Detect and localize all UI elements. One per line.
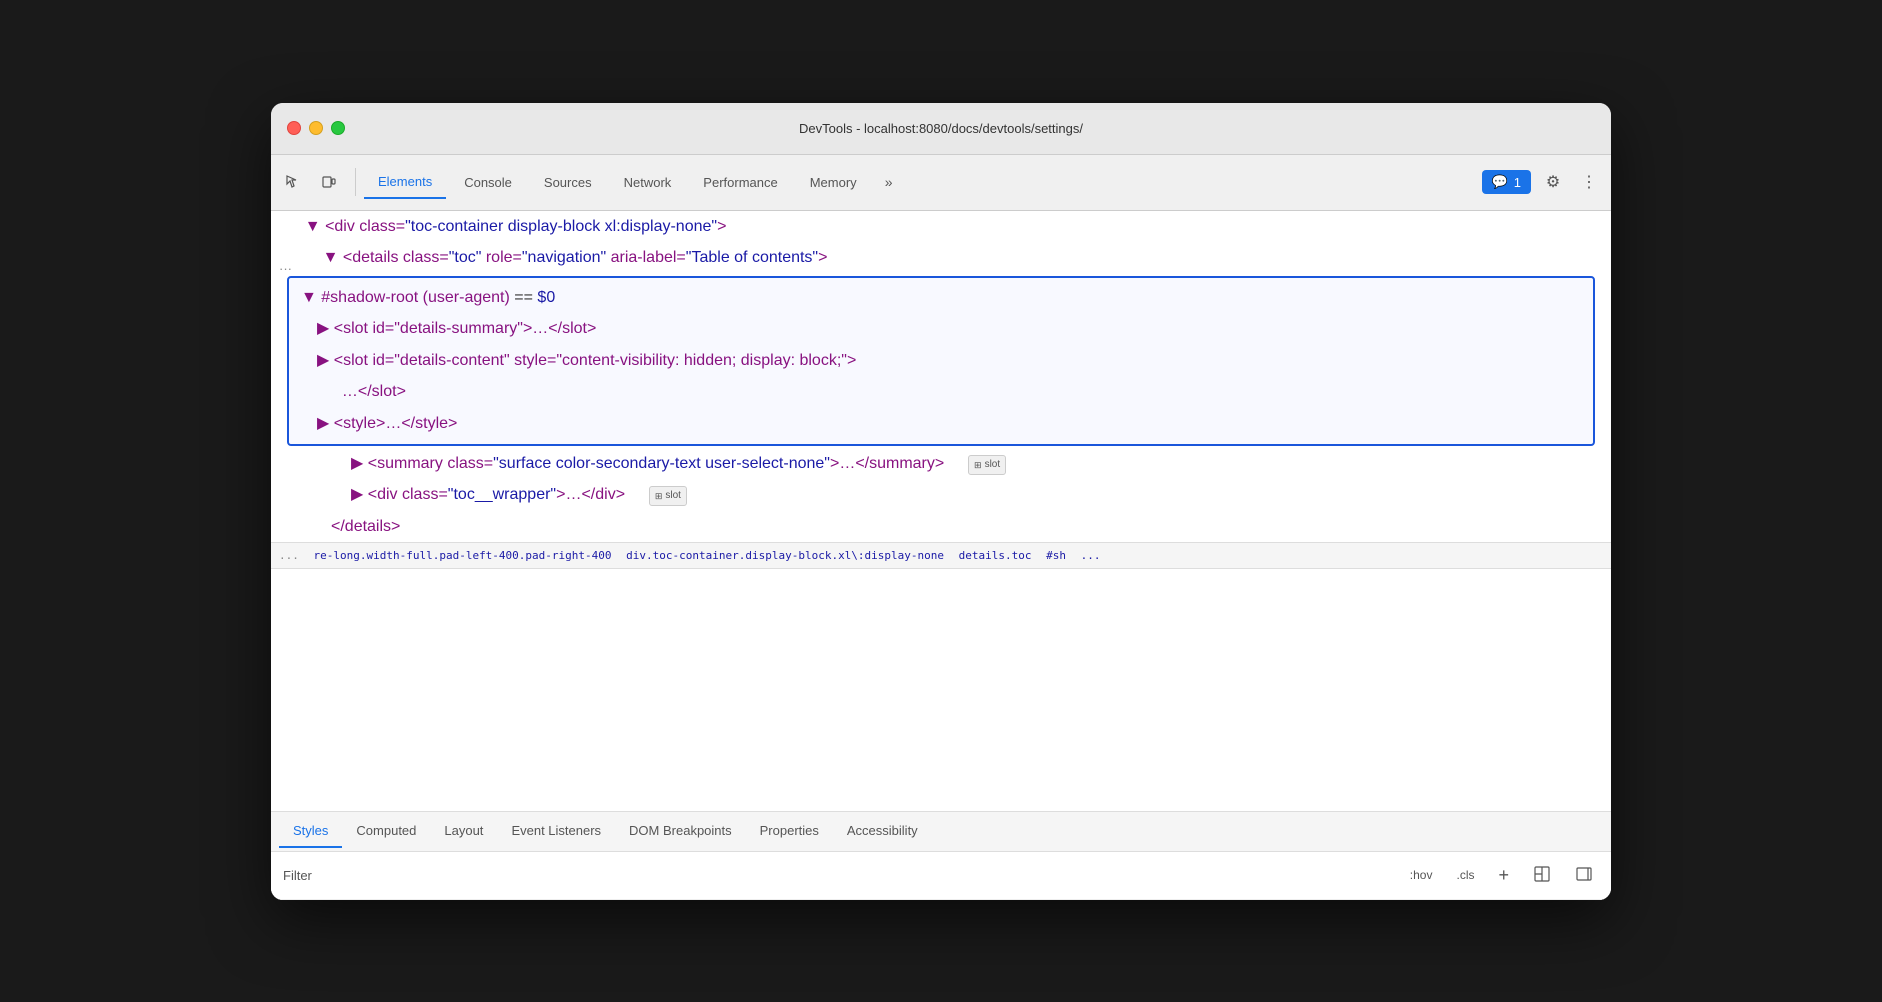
breadcrumb-ellipsis[interactable]: ... bbox=[279, 549, 299, 562]
tab-styles[interactable]: Styles bbox=[279, 815, 342, 848]
dom-line-summary[interactable]: ▶ <summary class="surface color-secondar… bbox=[271, 448, 1611, 480]
tab-event-listeners[interactable]: Event Listeners bbox=[497, 815, 615, 848]
close-button[interactable] bbox=[287, 121, 301, 135]
toolbar-icons bbox=[279, 168, 356, 196]
tab-performance[interactable]: Performance bbox=[689, 167, 791, 198]
cursor-icon-2: ⊞ bbox=[655, 489, 663, 503]
maximize-button[interactable] bbox=[331, 121, 345, 135]
breadcrumb-sep-4 bbox=[1070, 549, 1077, 562]
hov-button[interactable]: :hov bbox=[1404, 864, 1439, 886]
layout-icon[interactable] bbox=[1527, 861, 1557, 890]
slot-badge-2: ⊞ slot bbox=[649, 486, 687, 506]
bottom-panel: Styles Computed Layout Event Listeners D… bbox=[271, 811, 1611, 900]
dom-tree: ▼ <div class="toc-container display-bloc… bbox=[271, 211, 1611, 543]
chat-icon: 💬 bbox=[1492, 174, 1508, 190]
breadcrumb-item-1[interactable]: div.toc-container.display-block.xl\:disp… bbox=[626, 549, 944, 562]
tab-console[interactable]: Console bbox=[450, 167, 526, 198]
devtools-window: DevTools - localhost:8080/docs/devtools/… bbox=[271, 103, 1611, 900]
breadcrumb-item-2[interactable]: details.toc bbox=[959, 549, 1032, 562]
shadow-root-container: ▼ #shadow-root (user-agent) == $0 ▶ <slo… bbox=[287, 276, 1595, 446]
dom-line-end-details: </details> bbox=[271, 511, 1611, 543]
filter-actions: :hov .cls + bbox=[1404, 861, 1599, 890]
tab-computed[interactable]: Computed bbox=[342, 815, 430, 848]
breadcrumb-sep-0 bbox=[303, 549, 310, 562]
cursor-icon: ⊞ bbox=[974, 458, 982, 472]
device-toolbar-icon[interactable] bbox=[315, 168, 343, 196]
slot-badge-1: ⊞ slot bbox=[968, 455, 1006, 475]
tab-properties[interactable]: Properties bbox=[746, 815, 833, 848]
sidebar-icon[interactable] bbox=[1569, 861, 1599, 890]
tab-layout[interactable]: Layout bbox=[430, 815, 497, 848]
window-title: DevTools - localhost:8080/docs/devtools/… bbox=[799, 121, 1083, 136]
select-element-icon[interactable] bbox=[279, 168, 307, 196]
dom-line-1[interactable]: ▼ <div class="toc-container display-bloc… bbox=[271, 211, 1611, 243]
breadcrumb-bar: ... re-long.width-full.pad-left-400.pad-… bbox=[271, 542, 1611, 569]
breadcrumb-item-3[interactable]: #sh bbox=[1046, 549, 1066, 562]
shadow-root-header[interactable]: ▼ #shadow-root (user-agent) == $0 bbox=[289, 282, 1593, 314]
chat-badge[interactable]: 💬 1 bbox=[1482, 170, 1531, 194]
filter-label: Filter bbox=[283, 868, 312, 883]
tab-memory[interactable]: Memory bbox=[796, 167, 871, 198]
cls-button[interactable]: .cls bbox=[1450, 864, 1480, 886]
tab-sources[interactable]: Sources bbox=[530, 167, 606, 198]
shadow-root-slot2-end: …</slot> bbox=[289, 376, 1593, 408]
settings-icon[interactable]: ⚙ bbox=[1539, 168, 1567, 196]
dom-line-2[interactable]: ▼ <details class="toc" role="navigation"… bbox=[271, 242, 1611, 274]
tab-network[interactable]: Network bbox=[610, 167, 686, 198]
breadcrumb-sep-1 bbox=[616, 549, 623, 562]
tabs-right-area: 💬 1 ⚙ ⋮ bbox=[1482, 168, 1603, 196]
breadcrumb-sep-3 bbox=[1036, 549, 1043, 562]
expand-dots[interactable]: ··· bbox=[279, 261, 292, 276]
more-menu-icon[interactable]: ⋮ bbox=[1575, 168, 1603, 196]
traffic-lights bbox=[287, 121, 345, 135]
chat-count: 1 bbox=[1514, 175, 1521, 190]
tab-elements[interactable]: Elements bbox=[364, 166, 446, 199]
breadcrumb-sep-2 bbox=[948, 549, 955, 562]
shadow-root-style[interactable]: ▶ <style>…</style> bbox=[289, 408, 1593, 440]
shadow-root-slot2[interactable]: ▶ <slot id="details-content" style="cont… bbox=[289, 345, 1593, 377]
elements-panel: ▼ <div class="toc-container display-bloc… bbox=[271, 211, 1611, 811]
filter-bar: Filter :hov .cls + bbox=[271, 852, 1611, 900]
tab-accessibility[interactable]: Accessibility bbox=[833, 815, 932, 848]
devtools-tabs-bar: Elements Console Sources Network Perform… bbox=[271, 155, 1611, 211]
more-tabs-button[interactable]: » bbox=[875, 168, 903, 196]
breadcrumb-item-0[interactable]: re-long.width-full.pad-left-400.pad-righ… bbox=[314, 549, 612, 562]
dom-line-div-wrapper[interactable]: ▶ <div class="toc__wrapper">…</div> ⊞ sl… bbox=[271, 479, 1611, 511]
plus-button[interactable]: + bbox=[1492, 861, 1515, 890]
bottom-tabs-bar: Styles Computed Layout Event Listeners D… bbox=[271, 812, 1611, 852]
breadcrumb-item-4[interactable]: ... bbox=[1081, 549, 1101, 562]
tab-dom-breakpoints[interactable]: DOM Breakpoints bbox=[615, 815, 746, 848]
title-bar: DevTools - localhost:8080/docs/devtools/… bbox=[271, 103, 1611, 155]
shadow-root-slot1[interactable]: ▶ <slot id="details-summary">…</slot> bbox=[289, 313, 1593, 345]
minimize-button[interactable] bbox=[309, 121, 323, 135]
